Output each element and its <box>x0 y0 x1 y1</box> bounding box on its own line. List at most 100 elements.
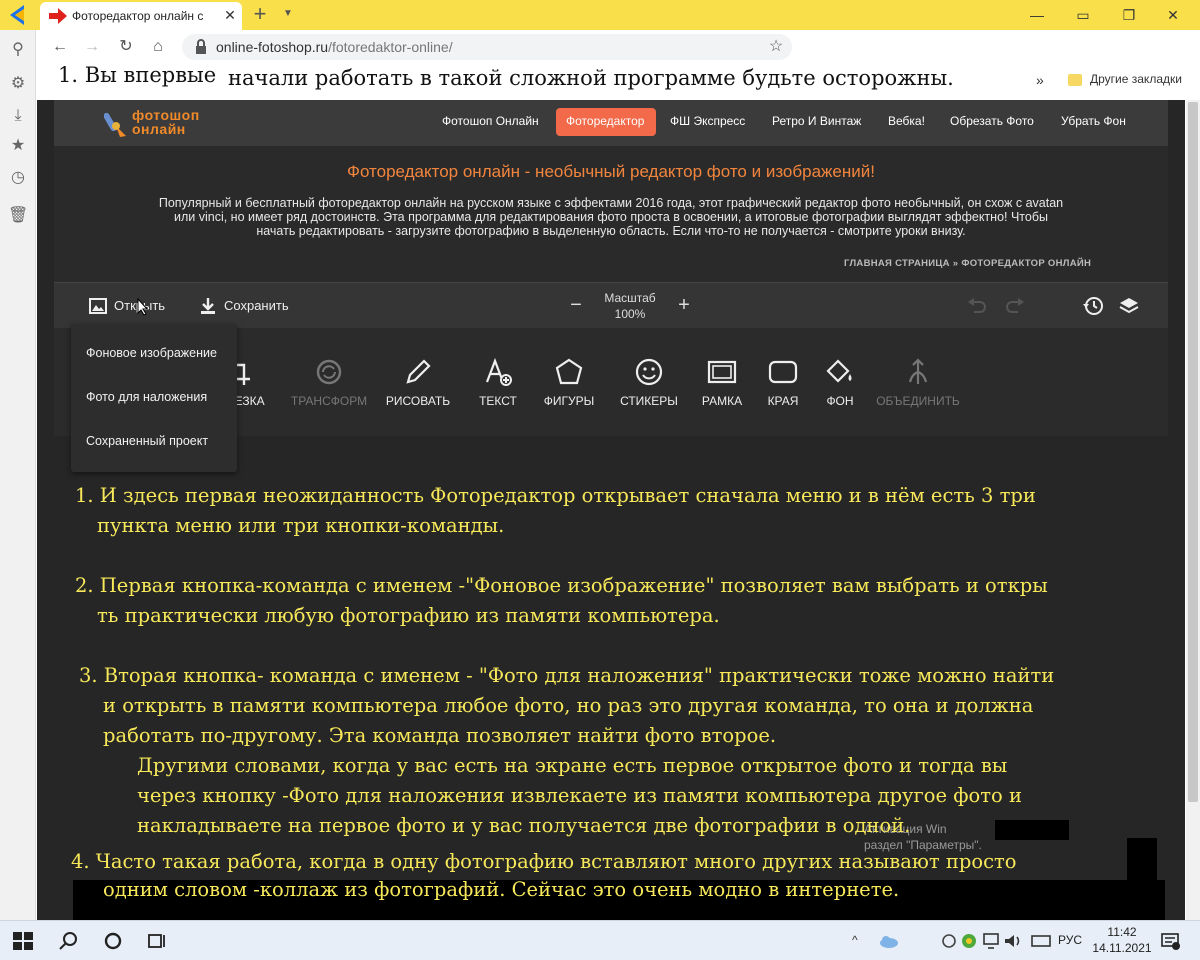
zoom-readout: Масштаб 100% <box>594 290 666 322</box>
shapes-tool[interactable]: ФИГУРЫ <box>536 356 602 416</box>
network-icon[interactable] <box>980 931 1002 951</box>
site-logo[interactable]: фотошоп онлайн <box>104 108 254 140</box>
bookmark-star-icon[interactable]: ☆ <box>766 37 786 57</box>
search-icon[interactable] <box>58 931 80 951</box>
menu-item-overlay-photo[interactable]: Фото для наложения <box>86 390 207 404</box>
annotation-p1-line2: пункта меню или три кнопки-команды. <box>97 514 505 537</box>
clock[interactable]: 11:42 14.11.2021 <box>1092 924 1152 956</box>
browser-tab[interactable]: Фоторедактор онлайн с ✕ <box>40 2 242 30</box>
annotation-p3-line4: Другими словами, когда у вас есть на экр… <box>137 754 1008 777</box>
editor-toolbar: Открыть Сохранить − Масштаб 100% + <box>54 282 1168 328</box>
frame-tool[interactable]: РАМКА <box>692 356 752 416</box>
background-tool[interactable]: ФОН <box>812 356 868 416</box>
notifications-icon[interactable] <box>1160 931 1180 951</box>
hero-desc-line: или vinci, но имеет ряд достоинств. Эта … <box>174 210 1048 224</box>
tool-label: ОБЪЕДИНИТЬ <box>876 394 960 408</box>
zoom-in-button[interactable]: + <box>674 295 694 315</box>
redo-icon[interactable] <box>1004 296 1026 316</box>
merge-icon <box>908 358 928 384</box>
shapes-icon <box>555 358 583 385</box>
history-icon[interactable]: ◷ <box>8 168 28 188</box>
paint-bucket-icon <box>826 359 852 383</box>
pin-icon[interactable]: ⚲ <box>8 40 28 60</box>
other-bookmarks[interactable]: Другие закладки <box>1090 72 1182 86</box>
frame-icon <box>707 360 737 384</box>
merge-tool[interactable]: ОБЪЕДИНИТЬ <box>866 356 970 416</box>
tray-green-app-icon[interactable] <box>958 931 980 951</box>
breadcrumb-home[interactable]: ГЛАВНАЯ СТРАНИЦА <box>844 258 950 269</box>
annotation-p3-line6: накладываете на первое фото и у вас полу… <box>137 814 911 837</box>
trash-icon[interactable]: 🗑 <box>8 206 28 226</box>
history-icon[interactable] <box>1082 295 1104 317</box>
hero-section: Фоторедактор онлайн - необычный редактор… <box>54 146 1168 282</box>
open-button[interactable]: Открыть <box>88 296 178 316</box>
edges-tool[interactable]: КРАЯ <box>756 356 810 416</box>
menu-item-background-image[interactable]: Фоновое изображение <box>86 346 217 360</box>
image-icon <box>89 298 107 314</box>
page-scrollbar[interactable] <box>1186 100 1200 920</box>
nav-retro-vintage[interactable]: Ретро И Винтаж <box>772 114 861 128</box>
save-button[interactable]: Сохранить <box>198 296 294 316</box>
nav-webcam[interactable]: Вебка! <box>888 114 925 128</box>
task-view-icon[interactable] <box>146 931 168 951</box>
menu-item-saved-project[interactable]: Сохраненный проект <box>86 434 208 448</box>
maximize-icon[interactable]: ▭ <box>1060 0 1106 30</box>
hero-desc-line: начать редактировать - загрузите фотогра… <box>256 224 966 238</box>
download-icon[interactable]: ⤓ <box>8 106 28 126</box>
logo-line1: фотошоп <box>132 107 200 123</box>
breadcrumb-current: ФОТОРЕДАКТОР ОНЛАЙН <box>961 258 1092 269</box>
star-icon[interactable]: ★ <box>8 136 28 156</box>
smiley-icon <box>635 358 663 386</box>
new-tab-icon[interactable]: + <box>250 3 270 25</box>
restore-icon[interactable]: ❐ <box>1106 0 1152 30</box>
nav-photo-editor[interactable]: Фоторедактор <box>566 114 644 128</box>
tab-title: Фоторедактор онлайн с <box>72 9 204 23</box>
nav-fsh-express[interactable]: ФШ Экспресс <box>670 114 745 128</box>
weather-cloud-icon[interactable] <box>878 931 900 951</box>
nav-remove-bg[interactable]: Убрать Фон <box>1061 114 1126 128</box>
home-icon[interactable]: ⌂ <box>148 37 168 57</box>
back-icon[interactable]: ← <box>50 37 70 57</box>
annotation-p3-line3: работать по-другому. Эта команда позволя… <box>103 724 777 747</box>
black-overlay-box <box>1127 838 1157 886</box>
draw-tool[interactable]: РИСОВАТЬ <box>378 356 458 416</box>
volume-icon[interactable] <box>1002 931 1024 951</box>
zoom-value: 100% <box>614 307 646 321</box>
zoom-out-button[interactable]: − <box>566 295 586 315</box>
tool-label: ФОН <box>826 394 854 408</box>
brush-logo-icon <box>104 112 126 137</box>
nav-photoshop-online[interactable]: Фотошоп Онлайн <box>442 114 539 128</box>
open-menu-dropdown: Фоновое изображение Фото для наложения С… <box>71 324 237 472</box>
scrollbar-thumb[interactable] <box>1188 102 1198 802</box>
reload-icon[interactable]: ↻ <box>116 37 136 57</box>
annotation-p4-line1: 4. Часто такая работа, когда в одну фото… <box>71 850 1017 873</box>
forward-icon[interactable]: → <box>82 37 102 57</box>
text-tool[interactable]: ТЕКСТ <box>468 356 528 416</box>
undo-icon[interactable] <box>966 296 988 316</box>
url-path: /fotoredaktor-online/ <box>328 39 453 55</box>
browser-logo-icon[interactable] <box>6 3 30 27</box>
url-field[interactable]: online-fotoshop.ru/fotoredaktor-online/ … <box>182 34 792 60</box>
minimize-icon[interactable]: — <box>1014 0 1060 30</box>
bookmarks-more[interactable]: » <box>1036 72 1050 88</box>
annotation-p1-line1: 1. И здесь первая неожиданность Фотореда… <box>75 484 1036 507</box>
gear-icon[interactable]: ⚙ <box>8 74 28 94</box>
stickers-tool[interactable]: СТИКЕРЫ <box>614 356 684 416</box>
nav-crop-photo[interactable]: Обрезать Фото <box>950 114 1034 128</box>
tray-app-icon[interactable] <box>938 931 960 951</box>
mouse-cursor-icon <box>137 298 149 316</box>
web-page: фотошоп онлайн Фотошоп Онлайн Фоторедакт… <box>37 100 1185 920</box>
tray-expand-icon[interactable]: ^ <box>852 933 858 947</box>
annotation-header-part2: начали работать в такой сложной программ… <box>228 66 954 90</box>
tab-list-chevron-icon[interactable]: ▼ <box>280 6 296 22</box>
keyboard-icon[interactable] <box>1030 931 1052 951</box>
input-language[interactable]: РУС <box>1058 933 1082 947</box>
logo-line2: онлайн <box>132 121 186 137</box>
layers-icon[interactable] <box>1118 295 1140 317</box>
transform-tool[interactable]: ТРАНСФОРМ <box>286 356 372 416</box>
tab-close-icon[interactable]: ✕ <box>222 7 238 23</box>
cortana-icon[interactable] <box>102 931 124 951</box>
tool-label: РАМКА <box>701 394 743 408</box>
windows-start-icon[interactable] <box>12 931 34 951</box>
close-window-icon[interactable]: ✕ <box>1150 0 1196 30</box>
